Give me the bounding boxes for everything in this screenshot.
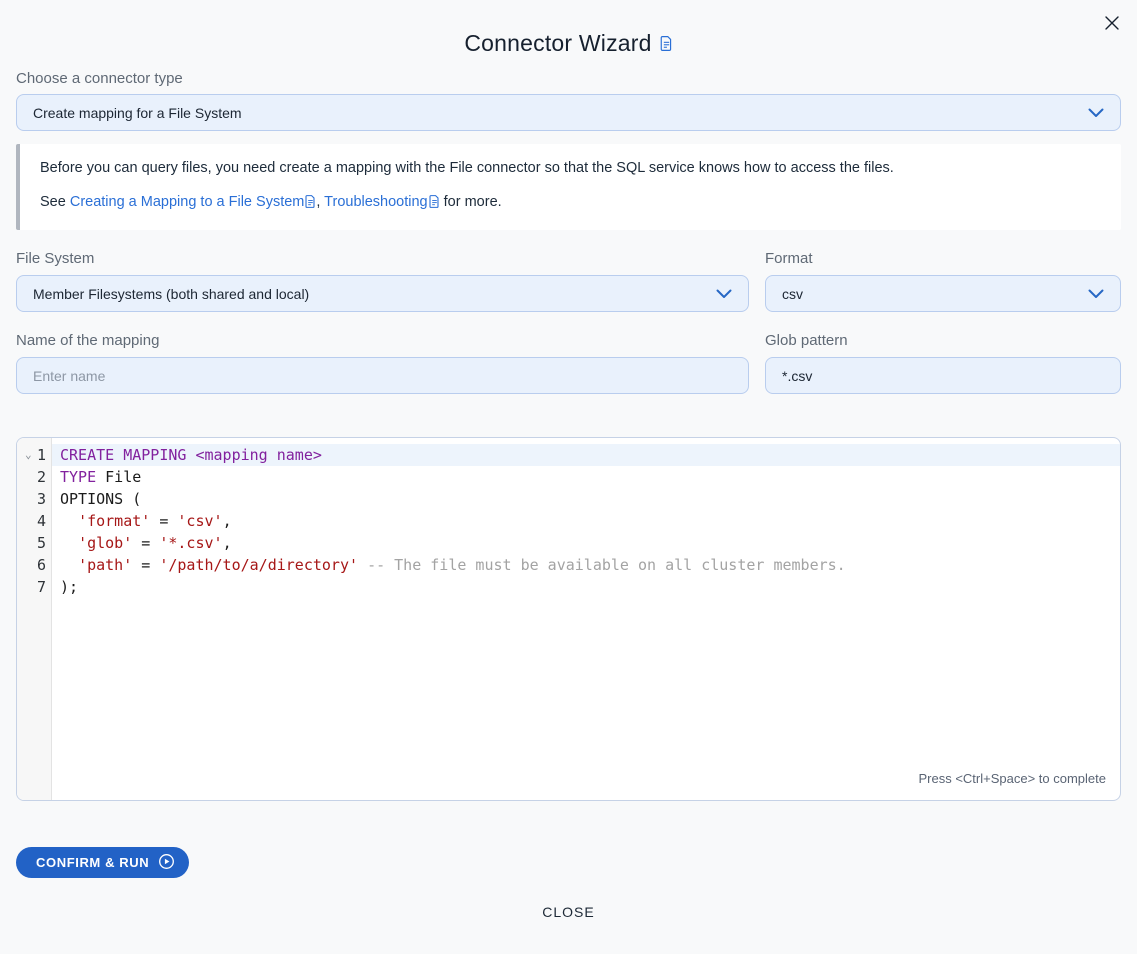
doc-icon[interactable]: [660, 36, 673, 56]
code-token: [60, 534, 78, 552]
code-token: 'path': [78, 556, 132, 574]
connector-type-label: Choose a connector type: [16, 70, 1121, 87]
form-row-2: Name of the mapping Glob pattern: [16, 312, 1121, 394]
doc-icon: [305, 195, 316, 208]
file-system-select[interactable]: Member Filesystems (both shared and loca…: [16, 275, 749, 312]
code-token: -- The file must be available on all clu…: [367, 556, 846, 574]
code-token: CREATE MAPPING: [60, 446, 186, 464]
dialog-body: Choose a connector type Create mapping f…: [0, 70, 1137, 922]
code-token: File: [96, 468, 141, 486]
code-token: ,: [223, 512, 232, 530]
line-number: ⌄1: [17, 444, 51, 466]
code-line-7[interactable]: );: [52, 576, 1120, 598]
fold-chevron-icon[interactable]: ⌄: [25, 444, 37, 466]
close-icon[interactable]: [1097, 8, 1127, 38]
code-line-6[interactable]: 'path' = '/path/to/a/directory' -- The f…: [52, 554, 1120, 576]
code-line-2[interactable]: TYPE File: [52, 466, 1120, 488]
confirm-run-label: CONFIRM & RUN: [36, 855, 149, 870]
line-number: 3: [17, 488, 51, 510]
doc-icon: [429, 195, 440, 208]
format-label: Format: [765, 250, 1121, 267]
code-token: =: [132, 534, 159, 552]
link-troubleshooting-label: Troubleshooting: [324, 194, 427, 210]
code-token: );: [60, 578, 78, 596]
play-circle-icon: [158, 853, 175, 873]
editor-code[interactable]: CREATE MAPPING <mapping name>TYPE FileOP…: [52, 438, 1120, 800]
info-box: Before you can query files, you need cre…: [16, 144, 1121, 230]
info-text: Before you can query files, you need cre…: [40, 160, 1101, 177]
code-line-3[interactable]: OPTIONS (: [52, 488, 1120, 510]
code-token: <mapping name>: [195, 446, 321, 464]
info-see-prefix: See: [40, 194, 70, 210]
connector-type-value: Create mapping for a File System: [33, 105, 242, 121]
chevron-down-icon: [1088, 105, 1104, 121]
code-token: [60, 556, 78, 574]
code-token: OPTIONS (: [60, 490, 141, 508]
code-line-4[interactable]: 'format' = 'csv',: [52, 510, 1120, 532]
page-title: Connector Wizard: [464, 30, 651, 56]
info-links-line: See Creating a Mapping to a File System,…: [40, 194, 1101, 211]
code-token: ,: [223, 534, 232, 552]
mapping-name-input[interactable]: [16, 357, 749, 394]
code-token: TYPE: [60, 468, 96, 486]
link-creating-mapping-label: Creating a Mapping to a File System: [70, 194, 305, 210]
code-token: 'csv': [177, 512, 222, 530]
code-token: 'format': [78, 512, 150, 530]
link-troubleshooting[interactable]: Troubleshooting: [324, 194, 439, 210]
code-token: [60, 512, 78, 530]
code-token: 'glob': [78, 534, 132, 552]
link-creating-mapping[interactable]: Creating a Mapping to a File System: [70, 194, 317, 210]
autocomplete-hint: Press <Ctrl+Space> to complete: [918, 768, 1106, 790]
code-token: =: [132, 556, 159, 574]
line-number: 5: [17, 532, 51, 554]
format-select[interactable]: csv: [765, 275, 1121, 312]
close-button[interactable]: CLOSE: [536, 903, 600, 921]
editor-gutter: ⌄1234567: [17, 438, 52, 800]
dialog-header: Connector Wizard: [0, 0, 1137, 56]
line-number: 6: [17, 554, 51, 576]
code-line-1[interactable]: CREATE MAPPING <mapping name>: [52, 444, 1120, 466]
info-suffix: for more.: [440, 194, 502, 210]
code-token: [358, 556, 367, 574]
mapping-name-label: Name of the mapping: [16, 332, 749, 349]
code-line-5[interactable]: 'glob' = '*.csv',: [52, 532, 1120, 554]
file-system-value: Member Filesystems (both shared and loca…: [33, 286, 309, 302]
chevron-down-icon: [716, 286, 732, 302]
confirm-run-button[interactable]: CONFIRM & RUN: [16, 847, 189, 878]
info-separator: ,: [316, 194, 324, 210]
connector-type-select[interactable]: Create mapping for a File System: [16, 94, 1121, 131]
code-token: '/path/to/a/directory': [159, 556, 358, 574]
glob-pattern-label: Glob pattern: [765, 332, 1121, 349]
sql-code-editor[interactable]: ⌄1234567 CREATE MAPPING <mapping name>TY…: [16, 437, 1121, 801]
format-value: csv: [782, 286, 803, 302]
form-row-1: File System Member Filesystems (both sha…: [16, 230, 1121, 312]
line-number: 2: [17, 466, 51, 488]
file-system-label: File System: [16, 250, 749, 267]
code-token: '*.csv': [159, 534, 222, 552]
line-number: 7: [17, 576, 51, 598]
chevron-down-icon: [1088, 286, 1104, 302]
line-number: 4: [17, 510, 51, 532]
code-token: =: [150, 512, 177, 530]
glob-pattern-input[interactable]: [765, 357, 1121, 394]
